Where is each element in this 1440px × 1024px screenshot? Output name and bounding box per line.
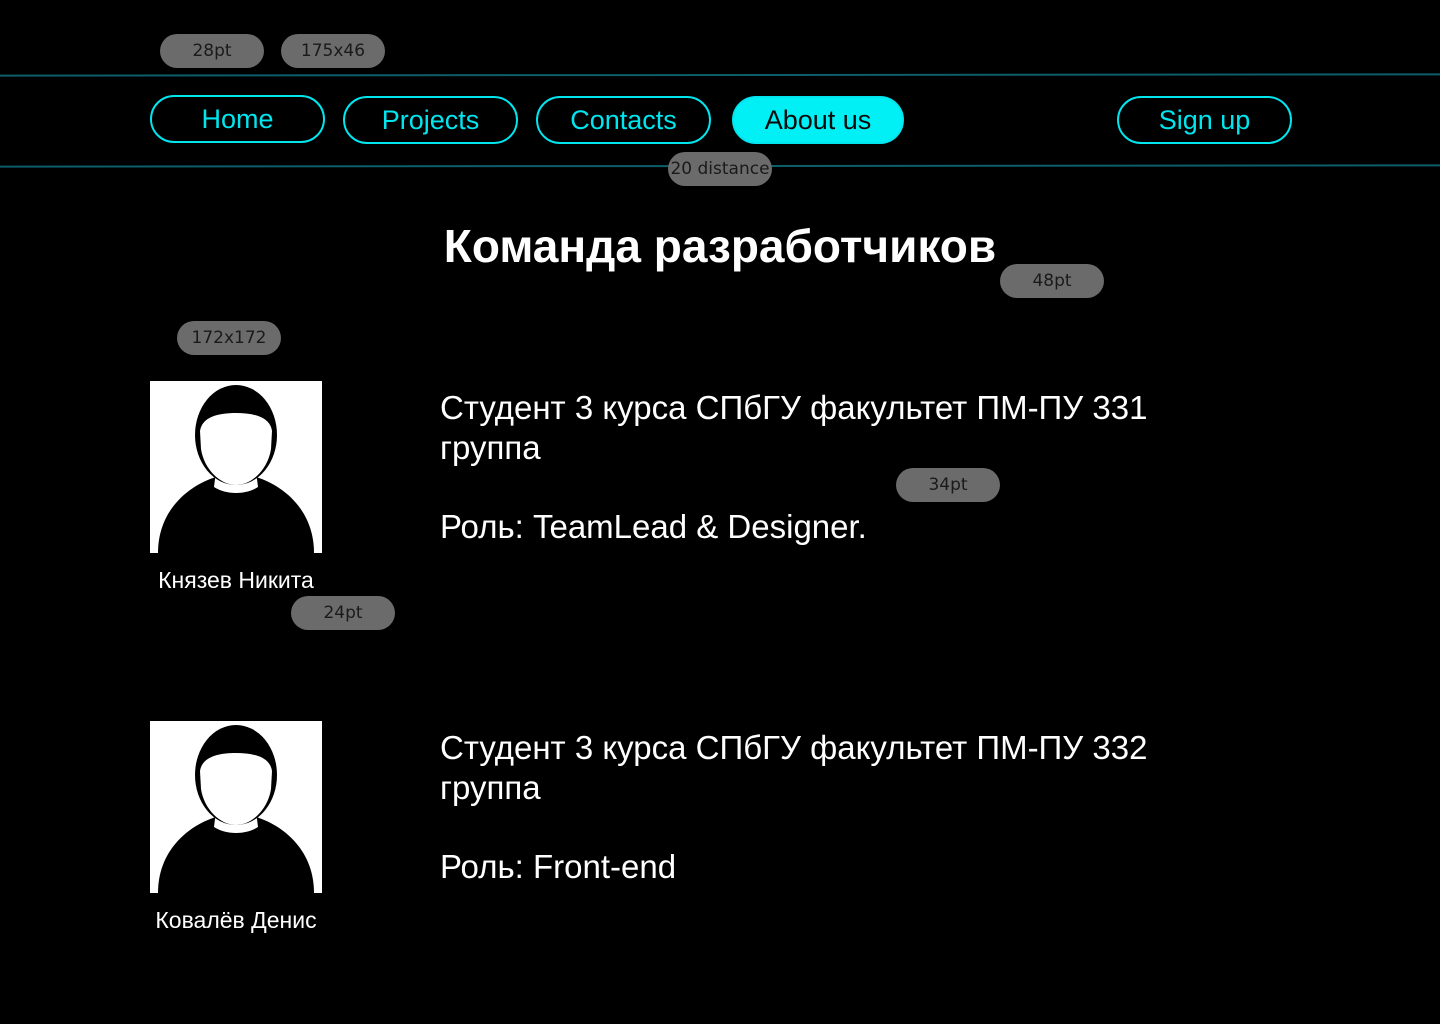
- page-title: Команда разработчиков: [443, 220, 997, 272]
- nav-contacts-button[interactable]: Contacts: [536, 96, 711, 144]
- annotation-nav-gap: 20 distance: [668, 152, 772, 186]
- annotation-name-font: 24pt: [291, 596, 395, 630]
- annotation-nav-size: 175x46: [281, 34, 385, 68]
- member-name-2: Ковалёв Денис: [155, 907, 317, 933]
- nav-signup-button[interactable]: Sign up: [1117, 96, 1292, 144]
- annotation-title-font: 48pt: [1000, 264, 1104, 298]
- nav-projects-button[interactable]: Projects: [343, 96, 518, 144]
- annotation-nav-font: 28pt: [160, 34, 264, 68]
- member-description-1: Студент 3 курса СПбГУ факультет ПМ-ПУ 33…: [440, 389, 1148, 466]
- annotation-avatar-size: 172x172: [177, 321, 281, 355]
- member-role-2: Роль: Front-end: [440, 848, 677, 885]
- member-role-1: Роль: TeamLead & Designer.: [440, 508, 867, 545]
- nav-about-button[interactable]: About us: [732, 96, 904, 144]
- member-avatar-1: [150, 381, 322, 553]
- nav-home-button[interactable]: Home: [150, 95, 325, 143]
- member-avatar-2: [150, 721, 322, 893]
- member-name-1: Князев Никита: [158, 567, 314, 593]
- member-description-2: Студент 3 курса СПбГУ факультет ПМ-ПУ 33…: [440, 729, 1148, 806]
- user-silhouette-icon: [158, 385, 314, 553]
- annotation-desc-font: 34pt: [896, 468, 1000, 502]
- user-silhouette-icon: [158, 725, 314, 893]
- top-guide-line: [0, 73, 1440, 77]
